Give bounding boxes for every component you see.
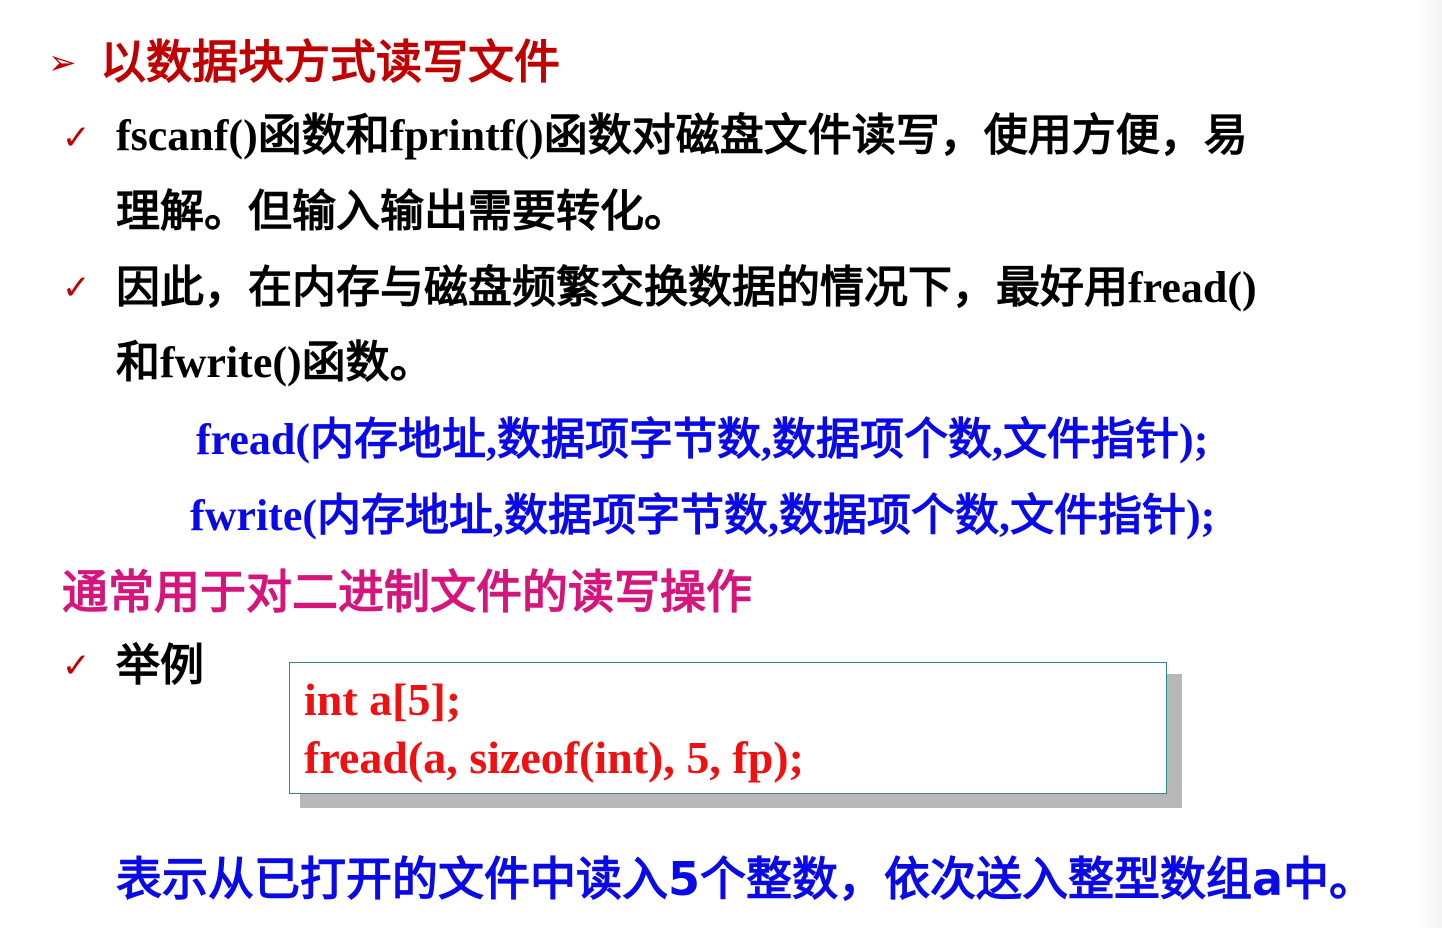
fwrite-prototype: fwrite(内存地址,数据项字节数,数据项个数,文件指针); bbox=[190, 491, 1216, 540]
code-line-2: fread(a, sizeof(int), 5, fp); bbox=[304, 732, 804, 783]
slide-heading: ➢ 以数据块方式读写文件 bbox=[48, 32, 560, 93]
bullet-2-line-1: 因此，在内存与磁盘频繁交换数据的情况下，最好用fread() bbox=[116, 263, 1257, 312]
bullet-2-line-2: 和fwrite()函数。 bbox=[116, 338, 434, 387]
summary-text: 表示从已打开的文件中读入5个整数，依次送入整型数组a中。 bbox=[116, 852, 1376, 906]
arrow-bullet-icon: ➢ bbox=[48, 43, 77, 83]
code-box: int a[5]; fread(a, sizeof(int), 5, fp); bbox=[289, 662, 1167, 794]
slide-right-edge bbox=[1418, 0, 1442, 928]
fread-prototype: fread(内存地址,数据项字节数,数据项个数,文件指针); bbox=[196, 415, 1209, 464]
example-label: 举例 bbox=[116, 641, 204, 690]
code-line-1: int a[5]; bbox=[304, 674, 462, 725]
checkmark-icon: ✓ bbox=[62, 118, 91, 158]
bullet-1-line-1: fscanf()函数和fprintf()函数对磁盘文件读写，使用方便，易 bbox=[116, 111, 1248, 160]
bullet-1-line-2: 理解。但输入输出需要转化。 bbox=[116, 187, 688, 236]
checkmark-icon: ✓ bbox=[62, 646, 91, 686]
binary-file-note: 通常用于对二进制文件的读写操作 bbox=[62, 565, 752, 619]
heading-text: 以数据块方式读写文件 bbox=[100, 35, 560, 89]
checkmark-icon: ✓ bbox=[62, 268, 91, 308]
